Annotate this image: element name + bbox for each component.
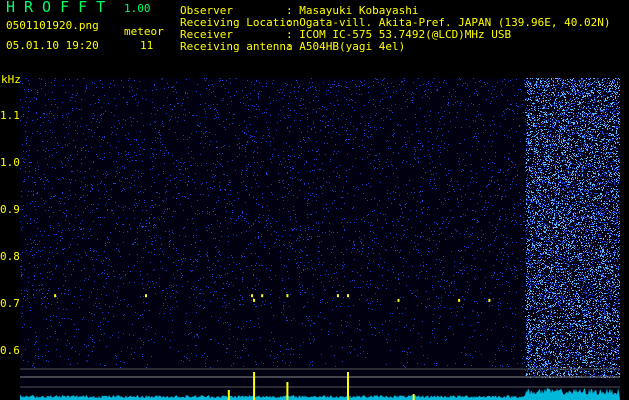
echo-spike	[227, 390, 230, 400]
echo-spike	[412, 394, 415, 400]
y-axis-unit: kHz	[1, 73, 21, 86]
app-title: HROFFT	[6, 0, 115, 16]
meteor-echo	[145, 294, 147, 298]
meteor-echo	[488, 298, 491, 302]
y-tick-label: 0.8	[0, 249, 20, 263]
spectrogram	[20, 78, 620, 400]
meteor-count: 11	[140, 39, 154, 52]
detection-mode: meteor	[124, 25, 164, 38]
meteor-echo	[253, 298, 256, 302]
meteor-echo	[347, 294, 349, 298]
echo-spike	[286, 382, 289, 400]
y-tick-label: 0.6	[0, 343, 20, 357]
meteor-echo	[261, 294, 264, 298]
spectrogram-svg	[20, 78, 620, 400]
file-name: 0501101920.png	[6, 19, 99, 32]
meteor-echo	[54, 294, 57, 298]
echo-spike	[347, 372, 349, 400]
meteor-echo	[458, 298, 461, 302]
antenna-label: Receiving antenna	[180, 40, 293, 53]
echo-spike	[253, 372, 256, 400]
antenna-value: : A504HB(yagi 4el)	[286, 40, 406, 53]
y-tick-label: 1.0	[0, 155, 20, 169]
meteor-echo	[251, 294, 254, 298]
meteor-echo	[397, 298, 400, 302]
y-tick-label: 1.1	[0, 108, 20, 122]
date-time: 05.01.10 19:20	[6, 39, 99, 52]
y-tick-label: 0.7	[0, 296, 20, 310]
hrofft-window: HROFFT 1.00 0501101920.png meteor 05.01.…	[0, 0, 629, 400]
header-panel: HROFFT 1.00 0501101920.png meteor 05.01.…	[0, 0, 629, 72]
meteor-echo	[286, 294, 289, 298]
meteor-echo	[336, 294, 339, 298]
y-tick-label: 0.9	[0, 202, 20, 216]
app-version: 1.00	[124, 2, 151, 15]
